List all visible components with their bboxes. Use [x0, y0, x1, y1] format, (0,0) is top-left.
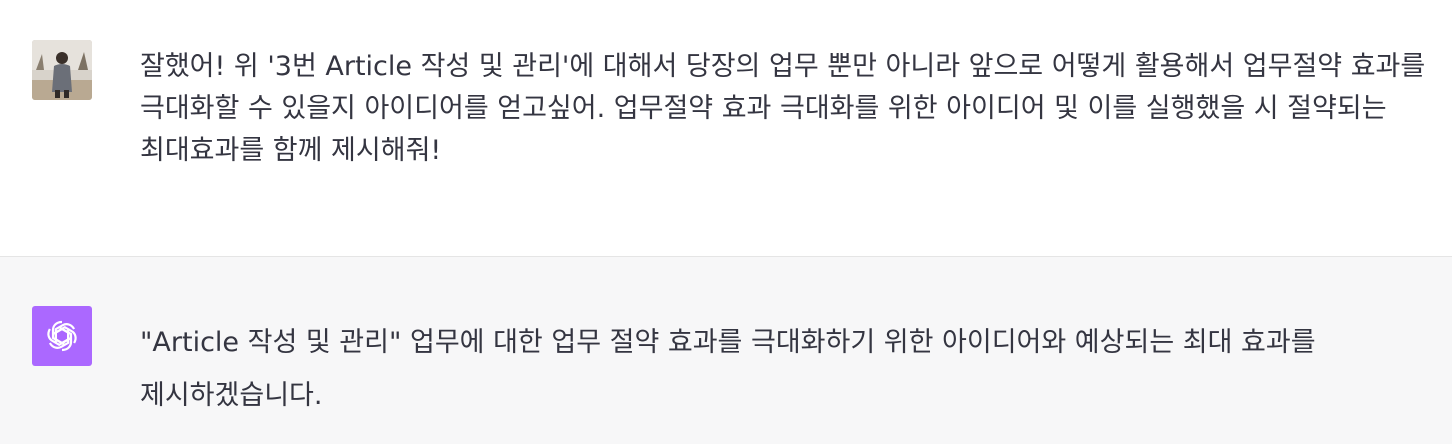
- chat-thread: 잘했어! 위 '3번 Article 작성 및 관리'에 대해서 당장의 업무 …: [0, 0, 1452, 444]
- user-avatar: [32, 40, 92, 100]
- assistant-avatar: [32, 306, 92, 366]
- assistant-message-text: "Article 작성 및 관리" 업무에 대한 업무 절약 효과를 극대화하기…: [140, 327, 1316, 411]
- user-message-text: 잘했어! 위 '3번 Article 작성 및 관리'에 대해서 당장의 업무 …: [140, 51, 1426, 166]
- user-photo-avatar: [32, 40, 92, 100]
- openai-logo-icon: [47, 320, 77, 352]
- user-message: 잘했어! 위 '3번 Article 작성 및 관리'에 대해서 당장의 업무 …: [0, 0, 1452, 257]
